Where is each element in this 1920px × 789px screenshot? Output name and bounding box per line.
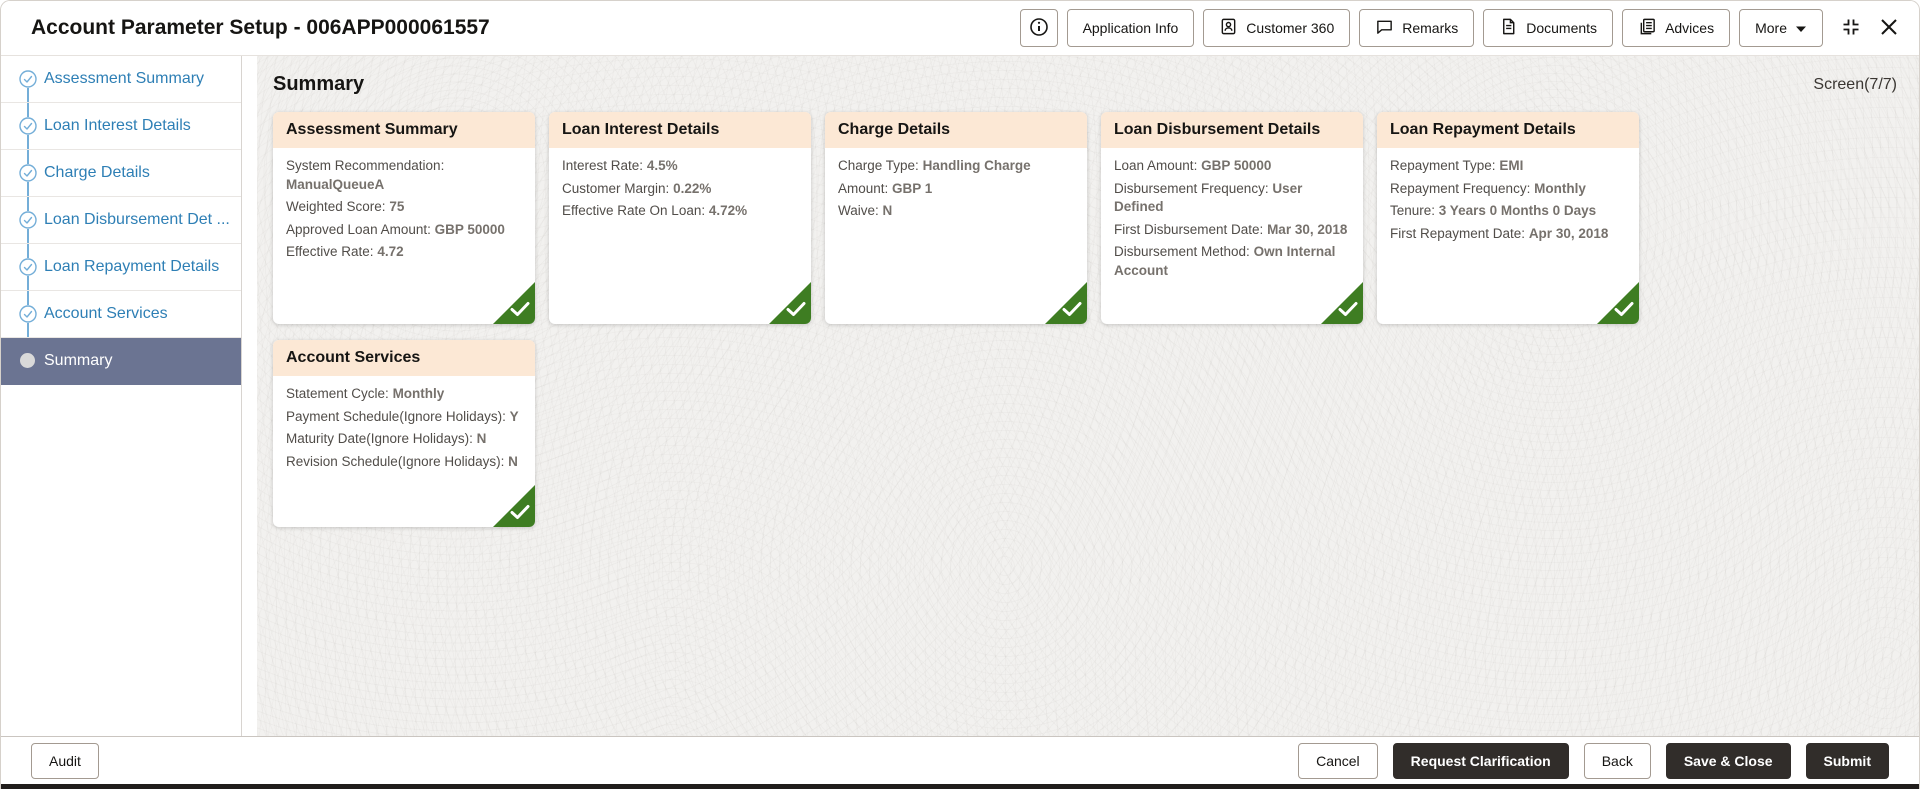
card-title: Charge Details — [825, 112, 1087, 148]
scroll-gutter[interactable] — [242, 56, 257, 736]
back-button[interactable]: Back — [1583, 742, 1651, 779]
step-completed-icon — [19, 258, 37, 276]
step-active-icon — [19, 352, 37, 370]
card-title: Loan Repayment Details — [1377, 112, 1639, 148]
sidebar-item-label: Loan Disbursement Det ... — [44, 211, 230, 228]
field-row: Tenure: 3 Years 0 Months 0 Days — [1390, 203, 1597, 218]
card-charge-details: Charge Details Charge Type: Handling Cha… — [825, 112, 1087, 324]
collapse-window-icon — [1841, 17, 1861, 40]
sidebar-item-account-services[interactable]: Account Services — [1, 291, 241, 338]
page-title: Account Parameter Setup - 006APP00006155… — [31, 16, 490, 39]
field-row: Amount: GBP 1 — [838, 180, 933, 196]
content-area: Assessment Summary Loan Interest Details… — [1, 56, 1919, 736]
field-row: Effective Rate On Loan: 4.72% — [562, 203, 748, 218]
more-button[interactable]: More — [1739, 9, 1823, 47]
field-row: Customer Margin: 0.22% — [562, 180, 712, 196]
info-button[interactable] — [1019, 9, 1058, 47]
customer-360-button[interactable]: Customer 360 — [1203, 9, 1351, 47]
section-title: Summary — [273, 73, 365, 95]
step-completed-icon — [19, 117, 37, 135]
sidebar-item-summary[interactable]: Summary — [1, 338, 241, 385]
card-loan-interest-details: Loan Interest Details Interest Rate: 4.5… — [549, 112, 811, 324]
wizard-sidebar: Assessment Summary Loan Interest Details… — [1, 56, 242, 736]
field-row: System Recommendation: ManualQueueA — [286, 158, 445, 192]
action-bar: Audit Cancel Request Clarification Back … — [1, 736, 1919, 784]
step-completed-icon — [19, 305, 37, 323]
field-row: Charge Type: Handling Charge — [838, 158, 1031, 173]
remarks-button[interactable]: Remarks — [1359, 9, 1475, 47]
field-row: Statement Cycle: Monthly — [286, 386, 445, 401]
info-icon — [1029, 17, 1049, 40]
field-row: Disbursement Method: Own Internal Accoun… — [1114, 244, 1336, 278]
sidebar-item-assessment-summary[interactable]: Assessment Summary — [1, 56, 241, 103]
request-clarification-button[interactable]: Request Clarification — [1392, 742, 1569, 779]
sidebar-item-label: Charge Details — [44, 164, 150, 181]
window-bottom-edge — [1, 784, 1919, 789]
card-completed-badge — [769, 282, 811, 324]
card-title: Loan Disbursement Details — [1101, 112, 1363, 148]
customer-card-icon — [1219, 17, 1238, 39]
check-icon — [786, 302, 806, 316]
sidebar-item-label: Loan Repayment Details — [44, 258, 220, 275]
submit-button[interactable]: Submit — [1805, 742, 1889, 779]
sidebar-item-loan-interest-details[interactable]: Loan Interest Details — [1, 103, 241, 150]
card-title: Loan Interest Details — [549, 112, 811, 148]
cancel-button[interactable]: Cancel — [1298, 742, 1378, 779]
sidebar-item-label: Account Services — [44, 305, 168, 322]
close-icon — [1880, 18, 1898, 39]
account-parameter-setup-window: Account Parameter Setup - 006APP00006155… — [0, 0, 1920, 789]
field-row: Payment Schedule(Ignore Holidays): Y — [286, 408, 519, 424]
check-icon — [1614, 302, 1634, 316]
field-row: Repayment Type: EMI — [1390, 158, 1524, 173]
card-loan-repayment-details: Loan Repayment Details Repayment Type: E… — [1377, 112, 1639, 324]
field-row: Maturity Date(Ignore Holidays): N — [286, 431, 487, 446]
summary-cards: Assessment Summary System Recommendation… — [257, 104, 1677, 535]
field-row: First Disbursement Date: Mar 30, 2018 — [1114, 221, 1348, 237]
field-row: Weighted Score: 75 — [286, 199, 405, 214]
field-row: Revision Schedule(Ignore Holidays): N — [286, 453, 518, 469]
header-toolbar: Application Info Customer 360 Remarks Do… — [1019, 9, 1823, 47]
caret-down-icon — [1795, 20, 1807, 36]
card-completed-badge — [1597, 282, 1639, 324]
audit-button[interactable]: Audit — [31, 742, 99, 779]
document-stack-icon — [1638, 17, 1657, 39]
sidebar-item-label: Assessment Summary — [44, 70, 205, 87]
field-row: First Repayment Date: Apr 30, 2018 — [1390, 225, 1609, 241]
documents-button[interactable]: Documents — [1483, 9, 1614, 47]
sidebar-item-charge-details[interactable]: Charge Details — [1, 150, 241, 197]
sidebar-item-loan-repayment-details[interactable]: Loan Repayment Details — [1, 244, 241, 291]
window-header: Account Parameter Setup - 006APP00006155… — [1, 1, 1919, 56]
card-assessment-summary: Assessment Summary System Recommendation… — [273, 112, 535, 324]
sidebar-item-loan-disbursement-details[interactable]: Loan Disbursement Det ... — [1, 197, 241, 244]
field-row: Effective Rate: 4.72 — [286, 244, 404, 259]
step-completed-icon — [19, 164, 37, 182]
field-row: Disbursement Frequency: User Defined — [1114, 180, 1303, 215]
check-icon — [1062, 302, 1082, 316]
card-loan-disbursement-details: Loan Disbursement Details Loan Amount: G… — [1101, 112, 1363, 324]
field-row: Approved Loan Amount: GBP 50000 — [286, 221, 505, 237]
sidebar-item-label: Summary — [44, 352, 113, 369]
card-account-services: Account Services Statement Cycle: Monthl… — [273, 340, 535, 527]
field-row: Repayment Frequency: Monthly — [1390, 180, 1586, 196]
step-completed-icon — [19, 70, 37, 88]
summary-header-row: Summary Screen(7/7) — [257, 56, 1919, 104]
summary-panel: Summary Screen(7/7) Assessment Summary S… — [257, 56, 1919, 736]
field-row: Waive: N — [838, 203, 893, 218]
card-title: Assessment Summary — [273, 112, 535, 148]
save-and-close-button[interactable]: Save & Close — [1665, 742, 1791, 779]
advices-button[interactable]: Advices — [1622, 9, 1731, 47]
card-completed-badge — [1045, 282, 1087, 324]
field-row: Loan Amount: GBP 50000 — [1114, 158, 1272, 173]
step-completed-icon — [19, 211, 37, 229]
application-info-button[interactable]: Application Info — [1066, 9, 1195, 47]
speech-bubble-icon — [1375, 17, 1394, 39]
screen-counter: Screen(7/7) — [1813, 75, 1897, 93]
collapse-window-button[interactable] — [1839, 16, 1863, 40]
card-title: Account Services — [273, 340, 535, 376]
field-row: Interest Rate: 4.5% — [562, 158, 678, 173]
sidebar-item-label: Loan Interest Details — [44, 117, 191, 134]
window-controls — [1839, 16, 1901, 40]
document-icon — [1499, 17, 1518, 39]
close-window-button[interactable] — [1877, 16, 1901, 40]
